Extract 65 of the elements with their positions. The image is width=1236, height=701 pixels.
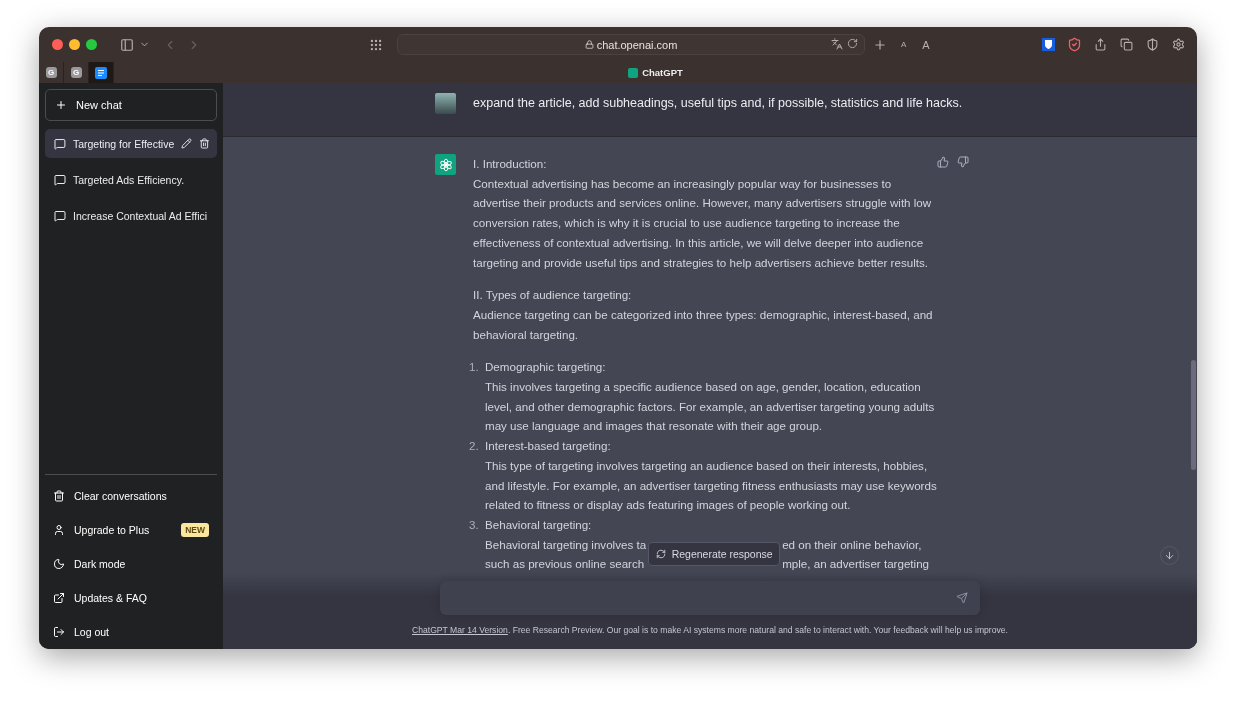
message-input-field[interactable]: [440, 581, 980, 615]
conversation-item[interactable]: Increase Contextual Ad Effici: [45, 201, 217, 230]
new-badge: NEW: [181, 523, 209, 537]
reload-icon[interactable]: [847, 38, 858, 49]
external-link-icon: [53, 592, 65, 604]
regenerate-button[interactable]: Regenerate response: [648, 542, 781, 567]
sidebar-menu-item[interactable]: Updates & FAQ: [45, 581, 217, 615]
edit-icon[interactable]: [181, 138, 193, 149]
arrow-down-icon: [1164, 550, 1175, 561]
plus-icon: [55, 99, 67, 111]
user-icon: [53, 524, 65, 536]
list-number: 2.: [469, 438, 480, 455]
lock-icon: [584, 40, 594, 49]
favicon-icon: G: [70, 67, 82, 78]
paragraph: Contextual advertising has become an increasingly popular way for businesses to advertise their products and services online. However, many advertisers struggle with low conversion rates, which is why it is crucial to use audience targeting to increase the effectiveness of contextual advertising. In this article, we will delve deeper into audience targeting and provide useful tips and strategies to help advertisers achieve better results.: [473, 175, 933, 271]
section-heading: II. Types of audience targeting:: [473, 287, 633, 304]
send-icon[interactable]: [956, 592, 968, 604]
trash-icon: [53, 490, 65, 502]
refresh-icon: [655, 549, 666, 560]
new-chat-button[interactable]: New chat: [45, 89, 217, 121]
thumbs-down-icon[interactable]: [957, 156, 969, 168]
user-avatar-photo-placeholder: [435, 93, 456, 114]
list-item-title: Demographic targeting:: [485, 359, 607, 376]
document-icon: [95, 66, 107, 79]
footer-note: ChatGPT Mar 14 Version. Free Research Preview. Our goal is to make AI systems more natural and safe to interact with. Your feedback will help us improve.: [412, 625, 1008, 635]
tab-favicon-icon: [628, 67, 639, 78]
version-link[interactable]: ChatGPT Mar 14 Version: [412, 625, 508, 635]
user-message: expand the article, add subheadings, useful tips and, if possible, statistics and life hacks.: [473, 95, 963, 112]
address-field[interactable]: chat.openai.com: [397, 34, 865, 55]
text-larger-button[interactable]: A: [922, 34, 930, 55]
list-item-title: Behavioral targeting:: [485, 516, 593, 533]
minimize-button[interactable]: [69, 39, 80, 50]
chat-bubble-icon: [54, 209, 66, 222]
maximize-button[interactable]: [86, 39, 97, 50]
conversation-item[interactable]: Targeted Ads Efficiency.: [45, 165, 217, 194]
text-smaller-button[interactable]: A: [901, 34, 907, 55]
delete-icon[interactable]: [199, 138, 210, 149]
chat-bubble-icon: [54, 173, 66, 186]
list-number: 3.: [469, 516, 480, 533]
chat-bubble-icon: [54, 137, 66, 150]
text-fragment: such as previous online search: [485, 556, 646, 573]
conversation-item[interactable]: Targeting for Effective: [45, 129, 217, 158]
moon-icon: [53, 558, 65, 570]
sidebar-menu-item[interactable]: Log out: [45, 615, 217, 649]
favicon-icon: G: [45, 67, 57, 78]
translate-icon[interactable]: [831, 38, 843, 50]
text-fragment: mple, an advertiser targeting: [782, 556, 930, 573]
list-item-title: Interest-based targeting:: [485, 438, 612, 455]
scrollbar-thumb[interactable]: [1191, 360, 1196, 470]
paragraph: Audience targeting can be categorized into three types: demographic, interest-based, and behavioral targeting.: [473, 306, 934, 343]
pinned-tab[interactable]: [89, 62, 114, 83]
text-fragment: ed on their online behavior,: [782, 536, 923, 553]
list-item-text: This involves targeting a specific audience based on age, gender, location, education level, and other demographic factors. For example, an advertiser targeting young adults may use language and images that resonate with their age group.: [485, 379, 936, 435]
section-heading: I. Introduction:: [473, 156, 548, 172]
list-number: 1.: [469, 359, 480, 376]
tab-title[interactable]: ChatGPT: [642, 67, 683, 78]
close-button[interactable]: [52, 39, 63, 50]
list-item-text: This type of targeting involves targeting an audience based on their interests, hobbies, and lifestyle. For example, an advertiser targeting fitness enthusiasts may use keywords related to fitness or display ads featuring images of people working out.: [485, 457, 938, 514]
url-text: chat.openai.com: [596, 38, 678, 51]
text-fragment: Behavioral targeting involves ta: [485, 536, 647, 553]
sidebar-menu-item[interactable]: Clear conversations: [45, 479, 217, 513]
sidebar-menu-item[interactable]: Dark mode: [45, 547, 217, 581]
thumbs-up-icon[interactable]: [937, 156, 949, 168]
logout-icon: [53, 626, 65, 638]
sidebar-menu-item[interactable]: Upgrade to Plus NEW: [45, 513, 217, 547]
